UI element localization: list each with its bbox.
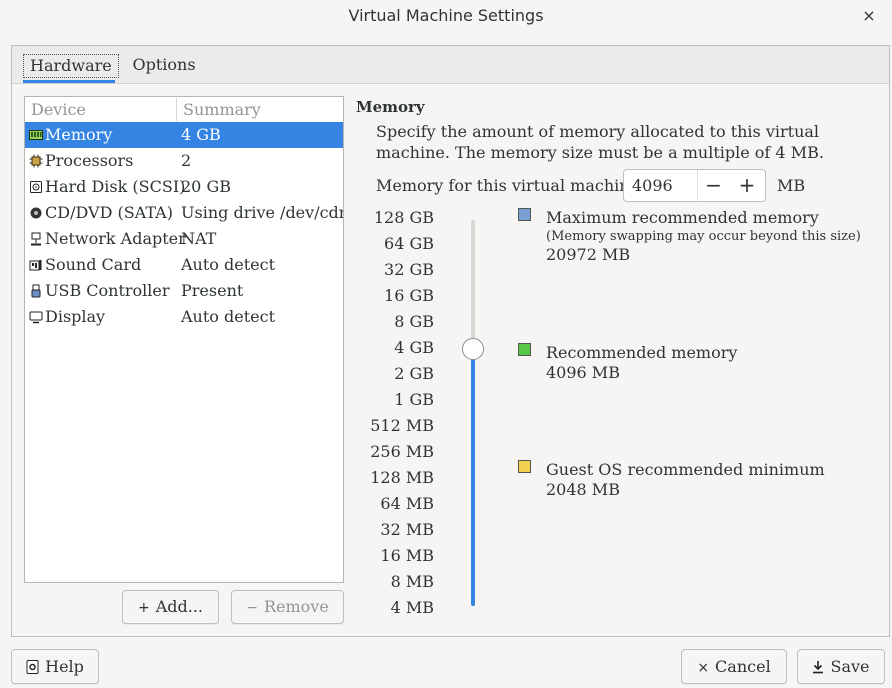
device-name: Sound Card <box>45 255 142 274</box>
device-summary: 20 GB <box>181 177 231 196</box>
max-recommended-value: 20972 MB <box>546 245 631 264</box>
device-row-network-adapter[interactable]: Network Adapter NAT <box>25 226 343 252</box>
device-name: Memory <box>45 125 113 144</box>
scale-label: 128 MB <box>370 468 434 487</box>
guest-min-title: Guest OS recommended minimum <box>546 460 825 479</box>
device-name: Display <box>45 307 106 326</box>
tab-hardware[interactable]: Hardware <box>23 46 119 84</box>
device-summary: Using drive /dev/cdrom <box>181 203 343 222</box>
scale-label: 512 MB <box>370 416 434 435</box>
tab-hardware-label: Hardware <box>23 54 119 78</box>
increase-memory-button[interactable]: + <box>730 170 764 201</box>
usb-controller-icon <box>29 284 43 298</box>
column-header-summary[interactable]: Summary <box>183 97 261 122</box>
device-name: CD/DVD (SATA) <box>45 203 173 222</box>
memory-heading: Memory <box>356 98 425 116</box>
processor-icon <box>29 154 43 168</box>
max-recommended-swatch <box>518 208 531 221</box>
scale-label: 8 GB <box>394 312 434 331</box>
display-icon <box>29 310 43 324</box>
scale-label: 64 GB <box>384 234 434 253</box>
device-name: Network Adapter <box>45 229 186 248</box>
add-device-button[interactable]: + Add... <box>122 590 219 624</box>
network-adapter-icon <box>29 232 43 246</box>
help-icon <box>26 660 39 676</box>
hard-disk-icon <box>29 180 43 194</box>
device-name: Processors <box>45 151 134 170</box>
scale-label: 32 MB <box>380 520 434 539</box>
device-row-sound-card[interactable]: Sound Card Auto detect <box>25 252 343 278</box>
memory-field-label: Memory for this virtual machine: <box>376 176 645 195</box>
add-device-label: Add... <box>155 597 204 616</box>
help-label: Help <box>45 657 84 676</box>
remove-device-button[interactable]: − Remove <box>231 590 344 624</box>
device-name: USB Controller <box>45 281 170 300</box>
cancel-label: Cancel <box>715 657 771 676</box>
column-separator <box>176 98 177 121</box>
guest-min-value: 2048 MB <box>546 480 620 499</box>
device-row-hard-disk[interactable]: Hard Disk (SCSI) 20 GB <box>25 174 343 200</box>
device-row-cd-dvd[interactable]: CD/DVD (SATA) Using drive /dev/cdrom <box>25 200 343 226</box>
device-summary: NAT <box>181 229 217 248</box>
scale-label: 4 MB <box>390 598 434 617</box>
device-row-usb-controller[interactable]: USB Controller Present <box>25 278 343 304</box>
device-summary: Auto detect <box>181 255 276 274</box>
recommended-value: 4096 MB <box>546 363 620 382</box>
cancel-button[interactable]: × Cancel <box>681 649 787 684</box>
save-button[interactable]: Save <box>797 649 885 684</box>
memory-icon <box>29 128 43 142</box>
remove-device-label: Remove <box>263 597 329 616</box>
save-icon <box>812 660 824 676</box>
memory-description: Specify the amount of memory allocated t… <box>376 122 824 162</box>
max-recommended-note: (Memory swapping may occur beyond this s… <box>546 229 861 244</box>
device-summary: 4 GB <box>181 125 221 144</box>
tab-options[interactable]: Options <box>125 46 203 84</box>
device-summary: Present <box>181 281 244 300</box>
scale-label: 128 GB <box>373 208 434 227</box>
scale-label: 1 GB <box>394 390 434 409</box>
device-row-processors[interactable]: Processors 2 <box>25 148 343 174</box>
guest-min-swatch <box>518 460 531 473</box>
close-button[interactable]: × <box>856 4 882 30</box>
max-recommended-title: Maximum recommended memory <box>546 208 819 227</box>
cd-dvd-icon <box>29 206 43 220</box>
memory-slider-handle[interactable] <box>462 338 484 360</box>
scale-label: 256 MB <box>370 442 434 461</box>
memory-input[interactable]: 4096 <box>632 169 692 202</box>
scale-label: 64 MB <box>380 494 434 513</box>
scale-label: 4 GB <box>394 338 434 357</box>
minus-icon: − <box>246 600 258 616</box>
scale-label: 8 MB <box>390 572 434 591</box>
cancel-icon: × <box>697 660 710 676</box>
active-tab-indicator <box>23 80 115 83</box>
memory-unit: MB <box>777 176 806 195</box>
close-icon: × <box>862 6 876 25</box>
recommended-title: Recommended memory <box>546 343 738 362</box>
device-row-memory[interactable]: Memory 4 GB <box>25 122 343 148</box>
column-header-device[interactable]: Device <box>31 97 86 122</box>
recommended-swatch <box>518 343 531 356</box>
device-row-display[interactable]: Display Auto detect <box>25 304 343 330</box>
memory-slider-fill <box>471 348 475 606</box>
device-summary: Auto detect <box>181 307 276 326</box>
save-label: Save <box>830 657 870 676</box>
scale-label: 32 GB <box>384 260 434 279</box>
scale-label: 16 GB <box>384 286 434 305</box>
decrease-memory-button[interactable]: − <box>697 170 729 201</box>
scale-label: 16 MB <box>380 546 434 565</box>
window-title: Virtual Machine Settings <box>348 6 544 25</box>
plus-icon: + <box>137 600 150 616</box>
sound-card-icon <box>29 258 43 272</box>
help-button[interactable]: Help <box>11 649 99 684</box>
device-summary: 2 <box>181 151 192 170</box>
device-name: Hard Disk (SCSI) <box>45 177 186 196</box>
scale-label: 2 GB <box>394 364 434 383</box>
